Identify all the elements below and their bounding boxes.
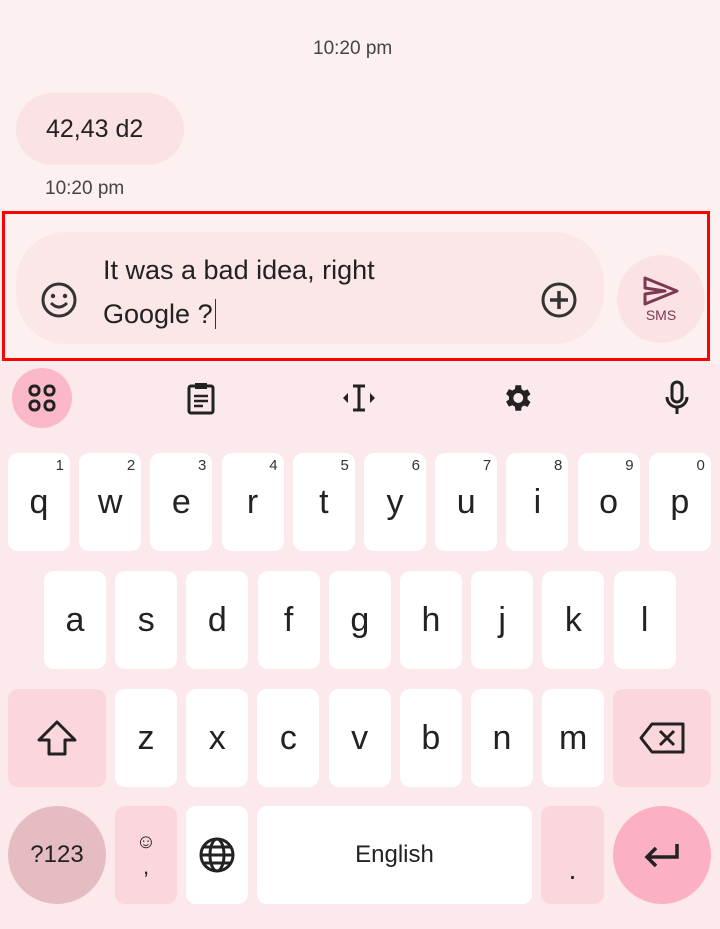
- key-d[interactable]: d: [186, 571, 249, 669]
- key-label: m: [559, 718, 588, 757]
- settings-button[interactable]: [487, 368, 547, 428]
- key-label: a: [65, 600, 85, 639]
- key-e[interactable]: e3: [150, 453, 213, 551]
- key-label: j: [498, 600, 506, 639]
- microphone-icon: [665, 380, 689, 414]
- key-label: w: [97, 482, 123, 521]
- send-label: SMS: [645, 307, 677, 323]
- comma-label: ,: [142, 853, 150, 879]
- key-h[interactable]: h: [400, 571, 462, 669]
- key-m[interactable]: m: [542, 689, 605, 787]
- backspace-key[interactable]: [613, 689, 711, 787]
- key-label: i: [533, 482, 542, 521]
- globe-icon: [199, 837, 235, 873]
- cursor-control-button[interactable]: [329, 368, 389, 428]
- key-hint: 3: [198, 457, 207, 474]
- key-b[interactable]: b: [399, 689, 462, 787]
- send-icon: [643, 276, 679, 306]
- key-t[interactable]: t5: [292, 453, 355, 551]
- key-i[interactable]: i8: [506, 453, 569, 551]
- send-button[interactable]: SMS: [617, 255, 705, 343]
- key-label: d: [207, 600, 227, 639]
- key-a[interactable]: a: [44, 571, 106, 669]
- key-label: y: [386, 482, 404, 521]
- message-input[interactable]: It was a bad idea, right Google ?: [103, 248, 375, 336]
- key-c[interactable]: c: [257, 689, 320, 787]
- key-label: s: [137, 600, 155, 639]
- add-attachment-icon[interactable]: [539, 280, 579, 320]
- emoji-small-icon: ☺: [135, 830, 157, 853]
- backspace-icon: [639, 722, 685, 754]
- key-label: e: [171, 482, 191, 521]
- key-p[interactable]: p0: [648, 453, 711, 551]
- key-u[interactable]: u7: [435, 453, 498, 551]
- key-label: c: [279, 718, 297, 757]
- key-l[interactable]: l: [613, 571, 676, 669]
- key-hint: 9: [625, 457, 634, 474]
- key-hint: 1: [55, 457, 64, 474]
- key-hint: 4: [269, 457, 278, 474]
- shift-key[interactable]: [8, 689, 106, 787]
- key-z[interactable]: z: [115, 689, 177, 787]
- key-r[interactable]: r4: [221, 453, 284, 551]
- text-cursor: [214, 299, 217, 329]
- key-label: u: [456, 482, 476, 521]
- enter-icon: [644, 844, 679, 868]
- key-hint: 2: [126, 457, 136, 474]
- key-w[interactable]: w2: [79, 453, 142, 551]
- period-key[interactable]: .: [541, 806, 604, 904]
- key-hint: 0: [696, 457, 705, 474]
- key-label: r: [246, 482, 259, 521]
- message-bubble[interactable]: 42,43 d2: [16, 93, 184, 165]
- comma-key[interactable]: ☺,: [115, 806, 177, 904]
- clipboard-button[interactable]: [171, 368, 231, 428]
- key-o[interactable]: o9: [577, 453, 640, 551]
- emoji-icon[interactable]: [39, 280, 79, 320]
- voice-input-button[interactable]: [647, 368, 707, 428]
- input-line-2: Google ?: [103, 299, 213, 329]
- key-label: o: [599, 482, 619, 521]
- key-q[interactable]: q1: [8, 453, 70, 551]
- key-hint: 8: [554, 457, 563, 474]
- apps-icon: [28, 384, 56, 412]
- key-label: h: [421, 600, 441, 639]
- key-label: f: [283, 600, 294, 639]
- key-label: q: [29, 482, 49, 521]
- space-key[interactable]: English: [257, 806, 532, 904]
- key-label: b: [421, 718, 441, 757]
- key-label: g: [350, 600, 370, 639]
- key-label: z: [137, 718, 155, 757]
- cursor-move-icon: [343, 384, 375, 412]
- key-label: x: [208, 718, 226, 757]
- key-v[interactable]: v: [328, 689, 391, 787]
- key-hint: 5: [340, 457, 349, 474]
- symbols-key[interactable]: ?123: [8, 806, 106, 904]
- key-s[interactable]: s: [115, 571, 178, 669]
- shift-icon: [37, 720, 77, 756]
- apps-button[interactable]: [12, 368, 72, 428]
- key-k[interactable]: k: [542, 571, 605, 669]
- message-time: 10:20 pm: [45, 178, 125, 199]
- key-g[interactable]: g: [328, 571, 391, 669]
- key-y[interactable]: y6: [364, 453, 426, 551]
- key-label: p: [670, 482, 690, 521]
- enter-key[interactable]: [613, 806, 711, 904]
- key-x[interactable]: x: [186, 689, 249, 787]
- key-hint: 6: [411, 457, 420, 474]
- key-f[interactable]: f: [257, 571, 320, 669]
- key-n[interactable]: n: [471, 689, 533, 787]
- key-label: n: [492, 718, 512, 757]
- key-label: l: [640, 600, 649, 639]
- key-hint: 7: [482, 457, 492, 474]
- date-header: 10:20 pm: [313, 38, 393, 59]
- key-label: t: [319, 482, 329, 521]
- settings-icon: [506, 385, 531, 411]
- language-key[interactable]: [186, 806, 248, 904]
- input-line-1: It was a bad idea, right: [103, 255, 375, 285]
- key-label: k: [564, 600, 582, 639]
- clipboard-icon: [187, 383, 215, 415]
- key-label: v: [351, 718, 369, 757]
- key-j[interactable]: j: [471, 571, 534, 669]
